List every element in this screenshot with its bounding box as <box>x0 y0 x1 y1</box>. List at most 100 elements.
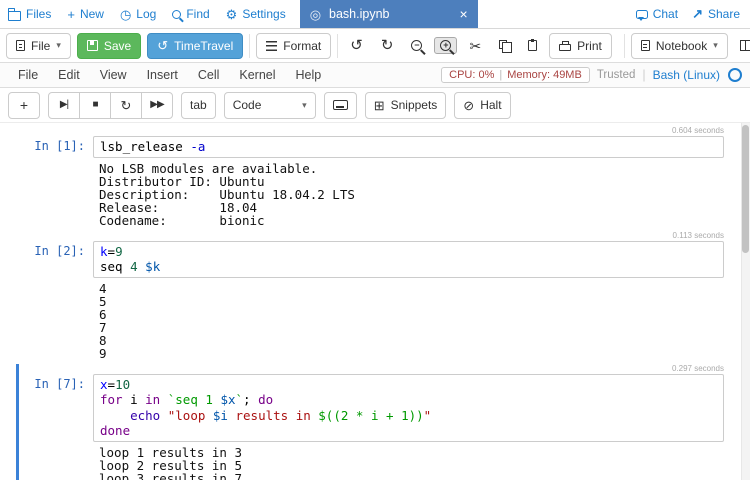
run-icon: ▶| <box>59 99 69 110</box>
usage-divider: | <box>499 69 503 81</box>
frame-type-button[interactable]: Notebook ▾ <box>630 32 728 59</box>
paste-button[interactable] <box>522 37 543 54</box>
notebook-cell: 0.604 seconds In [1]: lsb_release -a No LSB… <box>16 126 724 229</box>
cell-type-select[interactable]: Code ▾ <box>223 91 316 119</box>
cut-button[interactable]: ✂ <box>463 36 487 56</box>
format-button[interactable]: Format <box>256 32 332 59</box>
menu-edit[interactable]: Edit <box>48 68 90 82</box>
timetravel-icon: ↺ <box>157 38 169 53</box>
menu-kernel[interactable]: Kernel <box>229 68 285 82</box>
topbar-right: Chat ↗ Share <box>635 0 750 28</box>
scrollbar-thumb[interactable] <box>742 125 749 253</box>
topbar-item-label: Files <box>26 7 52 21</box>
chat-button[interactable]: Chat <box>635 7 678 21</box>
keyboard-shortcuts-button[interactable] <box>323 91 357 119</box>
restart-icon: ↻ <box>120 97 132 113</box>
stop-icon: ■ <box>92 99 98 110</box>
topbar-item-settings[interactable]: ⚙ Settings <box>226 7 286 21</box>
halt-icon: ⊘ <box>463 97 475 113</box>
topbar-item-files[interactable]: Files <box>7 7 52 21</box>
scrollbar[interactable] <box>741 123 750 480</box>
kernel-name[interactable]: Bash (Linux) <box>653 68 720 82</box>
halt-button[interactable]: ⊘ Halt <box>454 91 511 119</box>
jupyter-icon: ◎ <box>309 6 322 22</box>
cell-output-prompt <box>25 158 93 229</box>
menu-items: File Edit View Insert Cell Kernel Help <box>8 68 331 82</box>
snippets-label: Snippets <box>390 98 438 112</box>
tab-complete-button[interactable]: tab <box>181 91 216 119</box>
cell-input-prompt: In [1]: <box>34 139 85 153</box>
notebook-cell: 0.297 seconds In [7]: x=10 for i in `seq 1… <box>16 363 724 480</box>
insert-cell-button[interactable]: + <box>8 91 40 119</box>
cell-list: 0.604 seconds In [1]: lsb_release -a No LSB… <box>16 126 724 480</box>
cell-code-editor[interactable]: x=10 for i in `seq 1 $x`; do echo "loop … <box>93 373 724 442</box>
zoom-out-button[interactable]: − <box>405 37 428 54</box>
chevron-down-icon: ▾ <box>713 40 718 50</box>
frame-type-label: Notebook <box>655 38 708 53</box>
run-cell-button[interactable]: ▶| <box>48 91 80 119</box>
redo-button[interactable]: ↻ <box>375 35 400 56</box>
split-frame-button[interactable] <box>734 37 750 54</box>
file-menu-label: File <box>31 38 51 53</box>
run-button-group: ▶| ■ ↻ ▶▶ <box>48 91 173 119</box>
file-menu-button[interactable]: File ▾ <box>6 32 71 59</box>
file-tab-bash-ipynb[interactable]: ◎ bash.ipynb × <box>299 0 478 28</box>
paste-icon <box>528 39 538 51</box>
topbar-item-find[interactable]: Find <box>172 7 210 21</box>
topbar-item-new[interactable]: + New <box>67 7 104 21</box>
timetravel-label: TimeTravel <box>174 38 234 53</box>
toolbar-divider <box>249 33 251 58</box>
menu-help[interactable]: Help <box>286 68 332 82</box>
restart-kernel-button[interactable]: ↻ <box>110 91 142 119</box>
close-tab-icon[interactable]: × <box>460 6 468 22</box>
cell-code-editor[interactable]: lsb_release -a <box>93 136 724 158</box>
cpu-usage: CPU: 0% <box>449 69 495 81</box>
toolbar-divider <box>337 33 339 58</box>
save-icon <box>86 40 98 51</box>
kernel-status-icon <box>728 68 742 82</box>
cell-exec-time: 0.604 seconds <box>671 126 724 135</box>
topbar-item-label: New <box>79 7 104 21</box>
chevron-down-icon: ▾ <box>302 99 307 110</box>
project-topbar: Files + New ◷ Log Find ⚙ Settings ◎ bash.ipynb … <box>0 0 750 29</box>
plus-icon: + <box>67 6 75 22</box>
zoom-in-icon: + <box>440 40 452 51</box>
menu-view[interactable]: View <box>90 68 137 82</box>
cell-input-prompt: In [2]: <box>34 243 85 258</box>
cell-output: 4 5 6 7 8 9 <box>99 280 107 361</box>
snippets-button[interactable]: ⊞ Snippets <box>364 91 447 119</box>
menu-insert[interactable]: Insert <box>137 68 188 82</box>
print-icon <box>559 40 572 51</box>
copy-button[interactable] <box>493 39 516 53</box>
undo-button[interactable]: ↺ <box>344 35 369 56</box>
cell-exec-time: 0.297 seconds <box>671 363 724 373</box>
save-button[interactable]: Save <box>76 32 142 59</box>
cell-output: loop 1 results in 3 loop 2 results in 5 … <box>99 444 242 480</box>
status-divider: | <box>642 68 646 82</box>
notebook-cells-area: 0.604 seconds In [1]: lsb_release -a No LSB… <box>0 123 750 480</box>
cell-output-prompt <box>25 442 93 480</box>
chat-icon <box>635 10 648 21</box>
notebook-cell: 0.113 seconds In [2]: k=9 seq 4 $k 4 5 6 7 … <box>16 231 724 362</box>
notebook-menubar: File Edit View Insert Cell Kernel Help CPU: 0%… <box>0 63 750 88</box>
stop-button[interactable]: ■ <box>79 91 111 119</box>
plus-icon: + <box>19 97 29 113</box>
zoom-in-button[interactable]: + <box>434 37 458 54</box>
run-all-button[interactable]: ▶▶ <box>141 91 173 119</box>
snippets-icon: ⊞ <box>373 97 385 113</box>
run-all-icon: ▶▶ <box>150 99 164 110</box>
format-icon <box>266 40 278 51</box>
cell-code-editor[interactable]: k=9 seq 4 $k <box>93 240 724 278</box>
menu-file[interactable]: File <box>8 68 48 82</box>
cell-type-value: Code <box>232 98 262 112</box>
file-icon <box>16 40 25 51</box>
topbar-item-label: Find <box>186 7 210 21</box>
print-button[interactable]: Print <box>549 32 612 59</box>
menu-cell[interactable]: Cell <box>188 68 230 82</box>
timetravel-button[interactable]: ↺ TimeTravel <box>147 32 244 59</box>
redo-icon: ↻ <box>380 37 394 54</box>
cell-input-prompt: In [7]: <box>34 376 85 391</box>
share-button[interactable]: ↗ Share <box>692 6 740 22</box>
topbar-item-log[interactable]: ◷ Log <box>120 7 156 21</box>
